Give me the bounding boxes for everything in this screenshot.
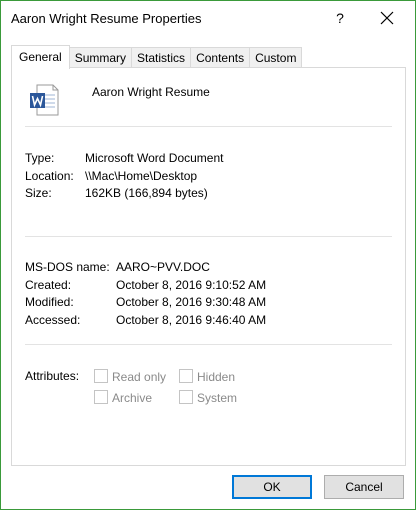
location-label: Location: [25,169,74,183]
tab-statistics[interactable]: Statistics [131,47,192,68]
created-label: Created: [25,278,72,292]
accessed-label: Accessed: [25,313,81,327]
attributes-label: Attributes: [25,369,80,383]
archive-checkbox[interactable]: Archive [94,390,152,406]
divider [25,344,392,345]
msdos-value: AARO~PVV.DOC [116,260,210,274]
cancel-button[interactable]: Cancel [324,475,404,499]
checkbox-box[interactable] [179,390,193,404]
general-panel: Aaron Wright Resume Type: Microsoft Word… [11,67,406,466]
read-only-label: Read only [112,370,167,384]
help-button[interactable]: ? [327,4,353,32]
title-bar[interactable]: Aaron Wright Resume Properties ? [1,1,415,35]
read-only-checkbox[interactable]: Read only [94,369,166,385]
accessed-value: October 8, 2016 9:46:40 AM [116,313,267,327]
file-name: Aaron Wright Resume [92,85,210,99]
msdos-label: MS-DOS name: [25,260,110,274]
close-icon [380,11,394,25]
word-document-icon [29,84,59,116]
checkbox-box[interactable] [94,369,108,383]
created-value: October 8, 2016 9:10:52 AM [116,278,267,292]
size-value: 162KB (166,894 bytes) [85,186,208,200]
close-button[interactable] [373,4,401,32]
hidden-checkbox[interactable]: Hidden [179,369,235,385]
properties-dialog: Aaron Wright Resume Properties ? General… [0,0,416,510]
modified-label: Modified: [25,295,74,309]
tab-strip: General Summary Statistics Contents Cust… [11,45,303,69]
hidden-label: Hidden [197,370,236,384]
divider [25,126,392,127]
type-value: Microsoft Word Document [85,151,224,165]
window-title: Aaron Wright Resume Properties [11,11,202,26]
checkbox-box[interactable] [179,369,193,383]
checkbox-box[interactable] [94,390,108,404]
system-label: System [197,391,238,405]
tab-general[interactable]: General [11,45,70,69]
size-label: Size: [25,186,52,200]
tab-summary[interactable]: Summary [68,47,133,68]
tab-custom[interactable]: Custom [249,47,303,68]
archive-label: Archive [112,391,153,405]
tab-contents[interactable]: Contents [190,47,251,68]
type-label: Type: [25,151,55,165]
ok-button[interactable]: OK [232,475,312,499]
modified-value: October 8, 2016 9:30:48 AM [116,295,267,309]
divider [25,236,392,237]
location-value: \\Mac\Home\Desktop [85,169,198,183]
system-checkbox[interactable]: System [179,390,237,406]
